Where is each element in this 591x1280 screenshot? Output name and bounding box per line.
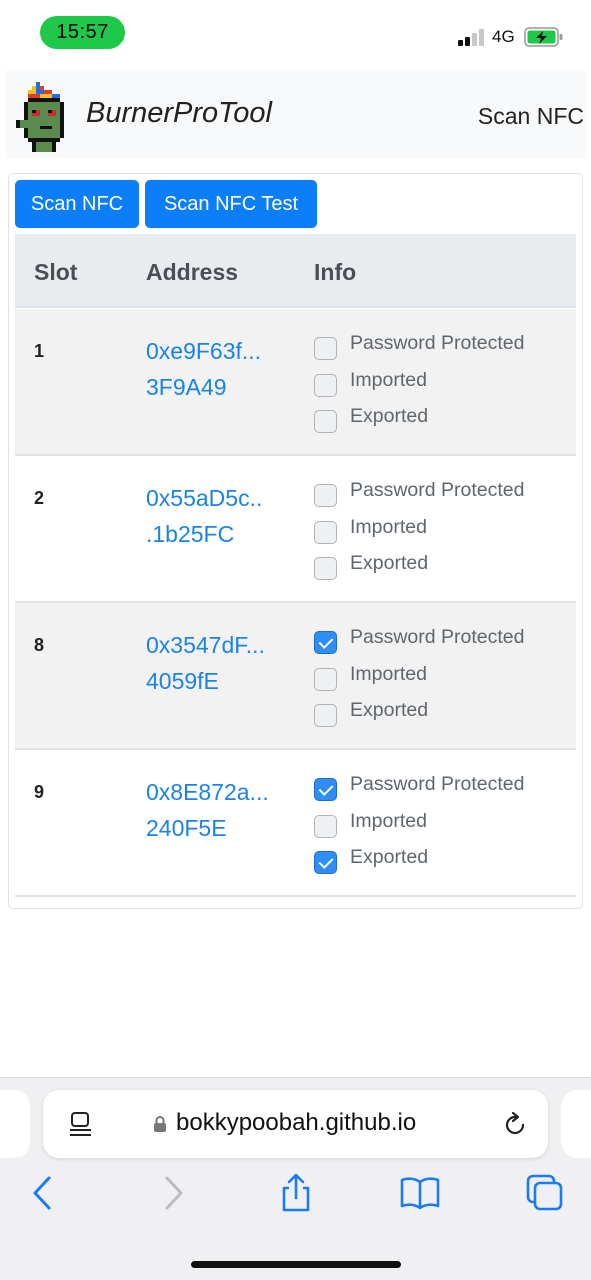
password-protected-checkbox[interactable]: [314, 484, 337, 507]
password-protected-checkbox[interactable]: [314, 631, 337, 654]
imported-checkbox[interactable]: [314, 667, 337, 691]
address-link[interactable]: 0x3547dF... 4059fE: [146, 627, 296, 699]
tabs-icon[interactable]: [525, 1173, 565, 1213]
password-protected-label: Password Protected: [350, 773, 525, 795]
slot-number: 8: [34, 635, 45, 655]
battery-charging-icon: [524, 27, 563, 47]
network-type: 4G: [492, 27, 515, 46]
imported-label: Imported: [350, 368, 427, 391]
address-line-1[interactable]: 0xe9F63f...: [146, 333, 296, 369]
address-link[interactable]: 0x8E872a... 240F5E: [146, 774, 296, 846]
address-line-2[interactable]: 3F9A49: [146, 369, 296, 405]
scan-nfc-button[interactable]: Scan NFC: [15, 180, 139, 228]
nav-scan-nfc-link[interactable]: Scan NFC: [478, 103, 584, 130]
address-line-1[interactable]: 0x8E872a...: [146, 774, 296, 810]
back-icon[interactable]: [24, 1173, 64, 1213]
imported-checkbox[interactable]: [314, 520, 337, 544]
exported-checkbox[interactable]: [314, 851, 337, 874]
previous-tab-preview[interactable]: [0, 1090, 30, 1158]
address-line-2[interactable]: 240F5E: [146, 810, 296, 846]
scan-nfc-test-button[interactable]: Scan NFC Test: [145, 180, 317, 228]
share-icon[interactable]: [276, 1173, 316, 1213]
password-protected-checkbox[interactable]: [314, 778, 337, 801]
table-row: 9 0x8E872a... 240F5E Password Protected …: [15, 750, 576, 897]
imported-label: Imported: [350, 662, 427, 685]
exported-checkbox[interactable]: [314, 557, 337, 580]
exported-label: Exported: [350, 846, 429, 868]
password-protected-checkbox[interactable]: [314, 337, 337, 360]
imported-label: Imported: [350, 809, 427, 832]
imported-checkbox[interactable]: [314, 814, 337, 838]
exported-checkbox[interactable]: [314, 704, 337, 727]
table-row: 2 0x55aD5c.. .1b25FC Password Protected …: [15, 456, 576, 603]
bookmarks-icon[interactable]: [400, 1173, 440, 1213]
address-link[interactable]: 0xe9F63f... 3F9A49: [146, 333, 296, 405]
password-protected-label: Password Protected: [350, 332, 525, 354]
url-text[interactable]: bokkypoobah.github.io: [176, 1109, 416, 1137]
address-line-1[interactable]: 0x3547dF...: [146, 627, 296, 663]
column-header-info: Info: [314, 259, 357, 285]
browser-chrome: bokkypoobah.github.io: [0, 1077, 591, 1280]
pixel-punk-logo-icon[interactable]: [15, 82, 69, 152]
address-line-2[interactable]: 4059fE: [146, 663, 296, 699]
exported-label: Exported: [350, 405, 429, 427]
column-header-address: Address: [146, 259, 239, 285]
exported-label: Exported: [350, 552, 429, 574]
reload-icon[interactable]: [501, 1111, 529, 1139]
lock-icon: [154, 1116, 166, 1132]
address-line-1[interactable]: 0x55aD5c..: [146, 480, 296, 516]
table-header: Slot Address Info: [15, 234, 576, 308]
address-line-2[interactable]: .1b25FC: [146, 516, 296, 552]
signal-icon: [458, 28, 486, 46]
exported-label: Exported: [350, 699, 429, 721]
password-protected-label: Password Protected: [350, 479, 525, 501]
slot-number: 1: [34, 341, 45, 361]
password-protected-label: Password Protected: [350, 626, 525, 648]
status-bar: 15:57 4G: [0, 0, 591, 68]
address-bar[interactable]: bokkypoobah.github.io: [43, 1090, 548, 1158]
table-row: 1 0xe9F63f... 3F9A49 Password Protected …: [15, 309, 576, 456]
imported-checkbox[interactable]: [314, 373, 337, 397]
imported-label: Imported: [350, 515, 427, 538]
reader-mode-icon[interactable]: [69, 1112, 93, 1138]
home-indicator[interactable]: [191, 1261, 401, 1268]
app-navbar: BurnerProTool Scan NFC: [6, 70, 586, 158]
next-tab-preview[interactable]: [561, 1090, 591, 1158]
column-header-slot: Slot: [34, 259, 78, 285]
exported-checkbox[interactable]: [314, 410, 337, 433]
status-time: 15:57: [40, 16, 125, 49]
table-row: 8 0x3547dF... 4059fE Password Protected …: [15, 603, 576, 750]
screen: 15:57 4G BurnerProTool Scan NFC Scan NFC…: [0, 0, 591, 1280]
slot-number: 2: [34, 488, 45, 508]
address-link[interactable]: 0x55aD5c.. .1b25FC: [146, 480, 296, 552]
forward-icon[interactable]: [152, 1173, 192, 1213]
brand-title[interactable]: BurnerProTool: [86, 97, 272, 130]
slot-number: 9: [34, 782, 45, 802]
